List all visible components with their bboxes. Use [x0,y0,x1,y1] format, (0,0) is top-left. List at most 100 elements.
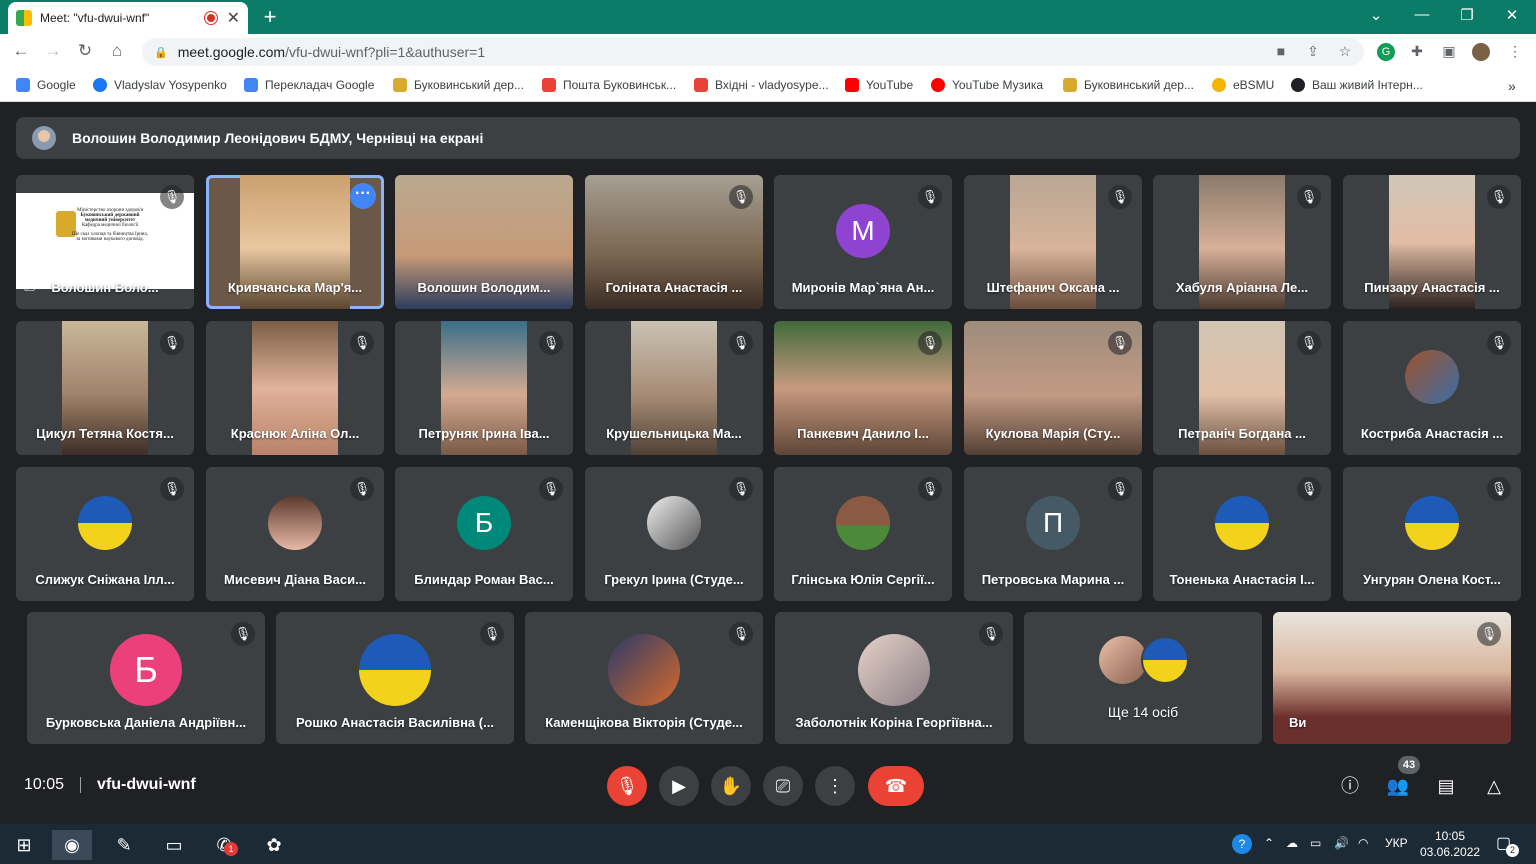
close-window-button[interactable]: ✕ [1500,6,1524,24]
grammarly-icon[interactable]: G [1377,43,1395,61]
participant-tile-presentation[interactable]: Міністерство охорони здоров'я Буковинськи… [16,175,194,309]
muted-mic-icon: 🎙 [729,477,753,501]
help-icon[interactable]: ? [1232,834,1252,854]
wifi-icon[interactable]: ◠ [1358,836,1368,850]
new-tab-button[interactable]: + [258,4,282,30]
participant-tile[interactable]: 🎙 Краснюк Аліна Ол... [206,321,384,455]
bookmarks-bar: Google Vladyslav Yosypenko Перекладач Go… [0,70,1536,102]
close-tab-icon[interactable]: ✕ [227,8,240,28]
more-options-button[interactable]: ⋮ [815,766,855,806]
participant-tile[interactable]: 🎙 Рошко Анастасія Василівна (... [276,612,514,744]
participant-tile[interactable]: М 🎙 Миронів Мар`яна Ан... [774,175,952,309]
tab-search-icon[interactable]: ⌄ [1364,6,1388,24]
bookmarks-overflow-icon[interactable]: » [1508,78,1516,94]
participant-tile[interactable]: 🎙 Слижук Сніжана Ілл... [16,467,194,601]
present-button[interactable]: ⎚ [763,766,803,806]
participant-tile[interactable]: 🎙 Цикул Тетяна Костя... [16,321,194,455]
participant-tile[interactable]: 🎙 Крушельницька Ма... [585,321,763,455]
bookmark-item[interactable]: YouTube Музика [931,78,1043,92]
others-tile[interactable]: Ще 14 осіб [1024,612,1262,744]
participant-tile[interactable]: 🎙 Куклова Марія (Сту... [964,321,1142,455]
battery-icon[interactable]: ▭ [1310,836,1321,850]
extensions-icon[interactable]: ✚ [1408,43,1426,61]
participant-tile[interactable]: П 🎙 Петровська Марина ... [964,467,1142,601]
activities-icon[interactable]: △ [1482,774,1506,798]
recording-indicator-icon [204,12,217,24]
bookmark-item[interactable]: Ваш живий Інтерн... [1291,78,1423,92]
profile-avatar[interactable] [1472,43,1490,61]
bookmark-item[interactable]: Буковинський дер... [393,78,524,92]
reload-icon[interactable]: ↻ [74,41,96,61]
minimize-button[interactable]: — [1410,6,1434,23]
muted-mic-icon: 🎙 [1477,622,1501,646]
bookmark-item[interactable]: Пошта Буковинськ... [542,78,676,92]
maximize-button[interactable]: ❐ [1455,6,1479,24]
windows-start-icon[interactable]: ⊞ [4,830,44,860]
participant-tile[interactable]: 🎙 Петраніч Богдана ... [1153,321,1331,455]
volume-icon[interactable]: 🔊 [1334,836,1349,850]
people-icon[interactable]: 👥 [1386,774,1410,798]
participant-name: Голіната Анастасія ... [605,280,743,295]
participant-tile[interactable]: ··· Кривчанська Мар'я... [206,175,384,309]
tray-overflow-icon[interactable]: ⌃ [1264,836,1274,850]
side-panel-icon[interactable]: ▣ [1440,43,1458,61]
bookmark-item[interactable]: Вхідні - vladyosype... [694,78,829,92]
participant-tile[interactable]: 🎙 Грекул Ірина (Студе... [585,467,763,601]
home-icon[interactable]: ⌂ [106,41,128,61]
participant-tile[interactable]: Б 🎙 Бурковська Даніела Андріївн... [27,612,265,744]
forward-icon[interactable]: → [42,41,64,61]
url-path: /vfu-dwui-wnf?pli=1&authuser=1 [285,44,486,60]
camera-toggle-button[interactable]: ▶ [659,766,699,806]
participant-tile[interactable]: 🎙 Унгурян Олена Кост... [1343,467,1521,601]
presenter-avatar [32,126,56,150]
share-icon[interactable]: ⇪ [1304,43,1322,61]
bookmark-item[interactable]: eBSMU [1212,78,1274,92]
raise-hand-button[interactable]: ✋ [711,766,751,806]
muted-mic-icon: 🎙 [918,185,942,209]
participant-tile[interactable]: 🎙 Мисевич Діана Васи... [206,467,384,601]
system-clock[interactable]: 10:05 03.06.2022 [1420,828,1480,860]
camera-in-use-icon[interactable]: ■ [1272,43,1290,61]
bookmark-item[interactable]: Перекладач Google [244,78,374,92]
chrome-menu-icon[interactable]: ⋮ [1506,43,1524,61]
self-tile[interactable]: 🎙 Ви [1273,612,1511,744]
bookmark-favicon-icon [1063,78,1077,92]
participant-tile[interactable]: Б 🎙 Блиндар Роман Вас... [395,467,573,601]
participant-tile[interactable]: 🎙 Тоненька Анастасія І... [1153,467,1331,601]
participant-tile[interactable]: 🎙 Заболотнік Коріна Георгіївна... [775,612,1013,744]
bookmark-star-icon[interactable]: ☆ [1336,43,1354,61]
meeting-details-icon[interactable]: ⓘ [1338,774,1362,798]
browser-toolbar: ← → ↻ ⌂ 🔒 meet.google.com /vfu-dwui-wnf?… [0,34,1536,70]
participant-tile[interactable]: Волошин Володим... [395,175,573,309]
participant-tile[interactable]: 🎙 Петруняк Ірина Іва... [395,321,573,455]
chrome-taskbar-icon[interactable]: ◉ [52,830,92,860]
bookmark-item[interactable]: Vladyslav Yosypenko [93,78,227,92]
paint3d-taskbar-icon[interactable]: ✿ [254,830,294,860]
address-bar[interactable]: 🔒 meet.google.com /vfu-dwui-wnf?pli=1&au… [142,38,1364,66]
participant-name: Петраніч Богдана ... [1178,426,1306,441]
participant-name: Каменщікова Вікторія (Студе... [545,715,743,730]
more-options-button[interactable]: ··· [350,183,376,209]
file-explorer-icon[interactable]: ▭ [154,830,194,860]
back-icon[interactable]: ← [10,41,32,61]
participant-tile[interactable]: 🎙 Глінська Юлія Сергії... [774,467,952,601]
participant-tile[interactable]: 🎙 Костриба Анастасія ... [1343,321,1521,455]
clock-time: 10:05 [1434,829,1466,843]
bookmark-item[interactable]: YouTube [845,78,913,92]
participant-tile[interactable]: 🎙 Голіната Анастасія ... [585,175,763,309]
participant-tile[interactable]: 🎙 Панкевич Данило І... [774,321,952,455]
bookmark-item[interactable]: Буковинський дер... [1063,78,1194,92]
participant-tile[interactable]: 🎙 Пинзару Анастасія ... [1343,175,1521,309]
participant-name: Мисевич Діана Васи... [224,572,366,587]
mic-toggle-button[interactable]: 🎙 [607,766,647,806]
chat-icon[interactable]: ▤ [1434,774,1458,798]
browser-tab[interactable]: Meet: "vfu-dwui-wnf" ✕ [8,2,248,34]
language-indicator[interactable]: УКР [1385,836,1408,850]
bookmark-item[interactable]: Google [16,78,76,92]
participant-tile[interactable]: 🎙 Штефанич Оксана ... [964,175,1142,309]
participant-tile[interactable]: 🎙 Каменщікова Вікторія (Студе... [525,612,763,744]
participant-tile[interactable]: 🎙 Хабуля Аріанна Ле... [1153,175,1331,309]
paint-taskbar-icon[interactable]: ✎ [104,830,144,860]
leave-call-button[interactable]: ☎ [868,766,924,806]
onedrive-icon[interactable]: ☁ [1286,836,1298,850]
